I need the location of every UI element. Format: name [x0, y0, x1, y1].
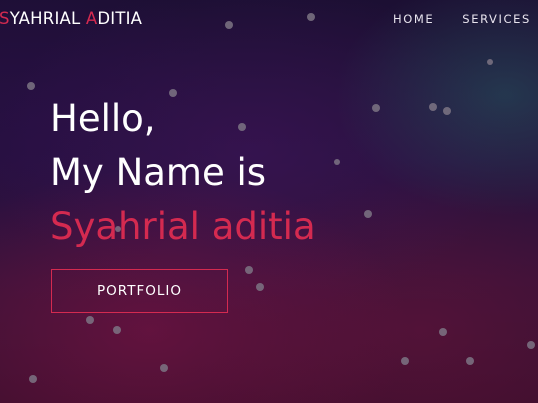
- particle-dot: [86, 316, 94, 324]
- particle-dot: [439, 328, 447, 336]
- particle-dot: [364, 210, 372, 218]
- nav-item-home[interactable]: HOME: [393, 12, 434, 26]
- particle-dot: [334, 159, 340, 165]
- brand-first-name: YAHRIAL: [9, 9, 86, 28]
- hero-name: Syahrial aditia: [50, 205, 316, 248]
- particle-dot: [466, 357, 474, 365]
- particle-dot: [527, 341, 535, 349]
- particle-dot: [443, 107, 451, 115]
- nav-item-services[interactable]: SERVICES: [462, 12, 531, 26]
- brand-logo[interactable]: SYAHRIAL ADITIA: [0, 9, 142, 28]
- hero-headline: Hello, My Name is Syahrial aditia: [50, 92, 316, 254]
- particle-dot: [27, 82, 35, 90]
- particle-dot: [429, 103, 437, 111]
- particle-dot: [225, 21, 233, 29]
- main-nav: HOME SERVICES: [393, 12, 531, 26]
- particle-dot: [372, 104, 380, 112]
- hero-greeting: Hello,: [50, 97, 156, 140]
- particle-dot: [160, 364, 168, 372]
- particle-dot: [487, 59, 493, 65]
- hero-section: SYAHRIAL ADITIA HOME SERVICES Hello, My …: [0, 0, 538, 403]
- particle-dot: [245, 266, 253, 274]
- particle-dot: [113, 326, 121, 334]
- hero-intro: My Name is: [50, 151, 267, 194]
- brand-last-name: DITIA: [97, 9, 143, 28]
- particle-dot: [307, 13, 315, 21]
- brand-initial-a: A: [85, 9, 98, 28]
- portfolio-button[interactable]: PORTFOLIO: [51, 269, 228, 313]
- particle-dot: [401, 357, 409, 365]
- particle-dot: [256, 283, 264, 291]
- particle-dot: [29, 375, 37, 383]
- brand-initial-s: S: [0, 9, 10, 28]
